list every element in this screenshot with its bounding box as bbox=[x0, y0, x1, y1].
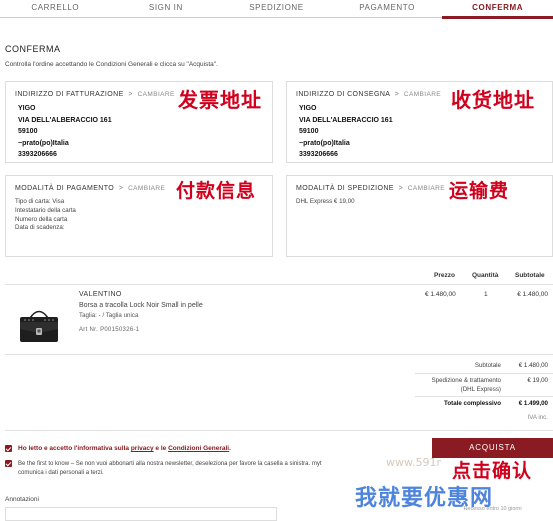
product-qty: 1 bbox=[484, 291, 488, 298]
shipping-address-box: INDIRIZZO DI CONSEGNA > CAMBIARE YIGO VI… bbox=[286, 81, 553, 163]
shipping-method-change-link[interactable]: CAMBIARE bbox=[408, 185, 445, 192]
privacy-link[interactable]: privacy bbox=[131, 445, 154, 452]
payment-details: Tipo di carta: Visa Intestatario della c… bbox=[15, 198, 76, 233]
terms-link[interactable]: Condizioni Generali bbox=[168, 445, 229, 452]
product-image[interactable] bbox=[17, 306, 61, 344]
billing-city: −prato(po)Italia bbox=[18, 139, 69, 147]
privacy-checkbox[interactable] bbox=[5, 445, 12, 452]
card-expiry: Data di scadenza: bbox=[15, 224, 65, 232]
shipping-zip: 59100 bbox=[299, 128, 319, 135]
privacy-period: . bbox=[229, 445, 231, 452]
chevron-right-icon: > bbox=[392, 91, 402, 98]
shipping-city: −prato(po)Italia bbox=[299, 139, 350, 147]
shipping-phone: 3393206666 bbox=[299, 151, 338, 158]
billing-name: YIGO bbox=[18, 105, 36, 112]
privacy-conjunction: e le bbox=[155, 445, 167, 452]
newsletter-text-1: Be the first to know – Se non vuoi abbon… bbox=[18, 461, 322, 467]
page-intro: Controlla l'ordine accettando le Condizi… bbox=[5, 61, 218, 68]
payment-change-link[interactable]: CAMBIARE bbox=[128, 185, 165, 192]
col-qty: Quantità bbox=[472, 272, 499, 279]
product-art-number: Art Nr. P00150326-1 bbox=[79, 327, 140, 333]
shipping-annotation: 收货地址 bbox=[451, 88, 535, 112]
col-price: Prezzo bbox=[434, 272, 455, 279]
divider bbox=[5, 430, 553, 431]
billing-street: VIA DELL'ALBERACCIO 161 bbox=[18, 116, 112, 124]
billing-zip: 59100 bbox=[18, 128, 38, 135]
billing-address-box: INDIRIZZO DI FATTURAZIONE > CAMBIARE YIG… bbox=[5, 81, 273, 163]
notes-label: Annotazioni bbox=[5, 496, 39, 503]
product-price: € 1.480,00 bbox=[425, 291, 456, 298]
summary-subtotal-value: € 1.480,00 bbox=[518, 362, 548, 369]
card-holder: Intestatario della carta bbox=[15, 206, 76, 214]
col-subtotal: Subtotale bbox=[515, 272, 545, 279]
shipping-street: VIA DELL'ALBERACCIO 161 bbox=[299, 116, 393, 124]
summary-subtotal-label: Subtotale bbox=[474, 362, 501, 369]
product-name[interactable]: Borsa a tracolla Lock Noir Small in pell… bbox=[79, 302, 203, 309]
card-number: Numero della carta bbox=[15, 215, 68, 223]
newsletter-text-2: comunica i dati personali a terzi. bbox=[18, 469, 104, 476]
chevron-right-icon: > bbox=[396, 185, 406, 192]
shipping-heading: INDIRIZZO DI CONSEGNA bbox=[296, 91, 390, 98]
summary-total-value: € 1.499,00 bbox=[518, 400, 548, 407]
divider bbox=[415, 396, 553, 397]
chevron-right-icon: > bbox=[116, 185, 126, 192]
shipping-address-lines: YIGO VIA DELL'ALBERACCIO 161 59100 −prat… bbox=[299, 103, 393, 161]
billing-change-link[interactable]: CAMBIARE bbox=[138, 91, 175, 98]
watermark-logo: 我就要优惠网 bbox=[355, 486, 494, 511]
privacy-consent-label: Ho letto e accetto l'informativa sulla p… bbox=[18, 445, 231, 452]
shipping-method-heading: MODALITÀ DI SPEDIZIONE bbox=[296, 185, 394, 192]
shipping-method-box: MODALITÀ DI SPEDIZIONE > CAMBIARE DHL Ex… bbox=[286, 175, 553, 257]
watermark-site: www.591r bbox=[386, 456, 441, 469]
notes-textarea[interactable] bbox=[5, 507, 277, 521]
newsletter-consent-label: Be the first to know – Se non vuoi abbon… bbox=[18, 460, 322, 477]
divider bbox=[5, 354, 553, 355]
buy-button[interactable]: ACQUISTA bbox=[432, 438, 553, 458]
billing-phone: 3393206666 bbox=[18, 151, 57, 158]
billing-heading: INDIRIZZO DI FATTURAZIONE bbox=[15, 91, 124, 98]
page-title: CONFERMA bbox=[5, 44, 61, 54]
shipping-name: YIGO bbox=[299, 105, 317, 112]
billing-address-lines: YIGO VIA DELL'ALBERACCIO 161 59100 −prat… bbox=[18, 103, 112, 161]
steps-progress bbox=[442, 16, 553, 19]
billing-annotation: 发票地址 bbox=[178, 88, 262, 112]
summary-shipping-value: € 19,00 bbox=[527, 377, 548, 384]
summary-vat-note: IVA inc. bbox=[527, 414, 548, 421]
shipping-method-annotation: 运输费 bbox=[449, 180, 510, 202]
chevron-right-icon: > bbox=[126, 91, 136, 98]
divider bbox=[5, 284, 553, 285]
product-size: Taglia: - / Taglia unica bbox=[79, 312, 139, 319]
summary-shipping-label: Spedizione & trattamento bbox=[431, 377, 501, 384]
shipping-change-link[interactable]: CAMBIARE bbox=[404, 91, 441, 98]
buy-annotation: 点击确认 bbox=[452, 460, 533, 482]
summary-total-label: Totale complessivo bbox=[444, 400, 501, 407]
payment-annotation: 付款信息 bbox=[176, 180, 257, 202]
card-type: Tipo di carta: Visa bbox=[15, 198, 65, 205]
newsletter-checkbox[interactable] bbox=[5, 460, 12, 467]
product-brand[interactable]: VALENTINO bbox=[79, 291, 122, 298]
product-subtotal: € 1.480,00 bbox=[517, 291, 548, 298]
bag-icon bbox=[20, 310, 58, 342]
privacy-text: Ho letto e accetto l'informativa sulla bbox=[18, 445, 129, 452]
payment-heading: MODALITÀ DI PAGAMENTO bbox=[15, 185, 115, 192]
shipping-method-detail: DHL Express € 19,00 bbox=[296, 198, 355, 205]
checkout-steps: CARRELLO SIGN IN SPEDIZIONE PAGAMENTO CO… bbox=[0, 0, 553, 20]
divider bbox=[415, 373, 553, 374]
summary-shipping-carrier: (DHL Express) bbox=[460, 386, 501, 393]
payment-box: MODALITÀ DI PAGAMENTO > CAMBIARE Tipo di… bbox=[5, 175, 273, 257]
